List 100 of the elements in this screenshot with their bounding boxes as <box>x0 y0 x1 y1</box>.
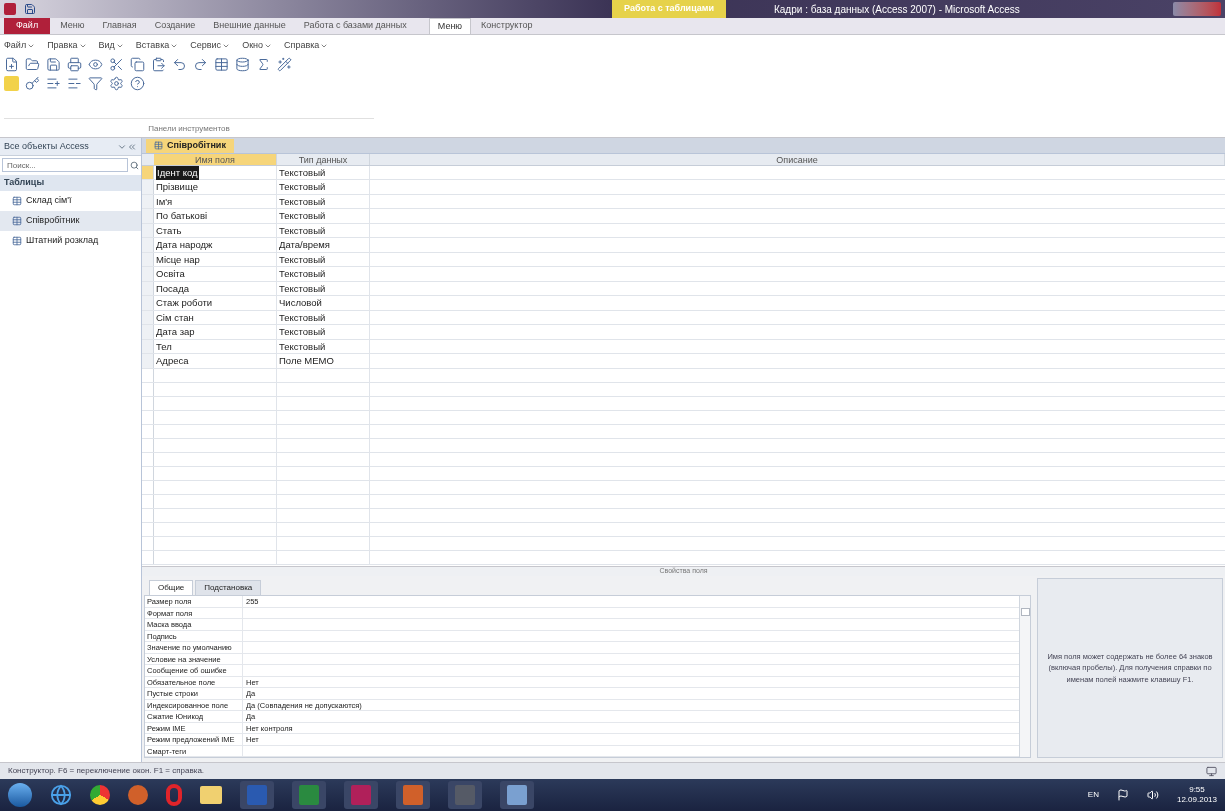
field-name[interactable]: Освіта <box>156 267 185 282</box>
field-name[interactable]: Прізвище <box>156 180 198 195</box>
menu-item[interactable]: Правка <box>47 39 87 53</box>
data-type[interactable]: Текстовый <box>277 165 370 180</box>
menu-item[interactable]: Файл <box>4 39 36 53</box>
empty-grid-row[interactable] <box>142 522 1225 537</box>
row-selector[interactable] <box>142 354 154 368</box>
print-icon[interactable] <box>67 56 82 72</box>
field-name[interactable]: Сім стан <box>156 310 194 325</box>
delete-rows-icon[interactable] <box>67 75 82 91</box>
property-tab[interactable]: Подстановка <box>195 580 262 595</box>
empty-grid-row[interactable] <box>142 452 1225 467</box>
field-name[interactable]: Стаж роботи <box>156 296 213 311</box>
cut-icon[interactable] <box>109 56 124 72</box>
data-type[interactable]: Текстовый <box>277 209 370 223</box>
column-header[interactable]: Тип данных <box>277 153 370 165</box>
row-selector[interactable] <box>142 209 154 223</box>
nav-item[interactable]: Штатний розклад <box>0 231 141 251</box>
data-type[interactable]: Числовой <box>277 296 370 310</box>
insert-rows-icon[interactable] <box>46 75 61 91</box>
field-name[interactable]: Ім'я <box>156 194 173 209</box>
app-icon[interactable] <box>299 785 319 805</box>
field-name[interactable]: Дата народж <box>156 238 213 253</box>
nav-item[interactable]: Склад сім'ї <box>0 191 141 211</box>
field-name[interactable]: Місце нар <box>156 252 200 267</box>
app-icon[interactable] <box>351 785 371 805</box>
empty-grid-row[interactable] <box>142 396 1225 411</box>
nav-item[interactable]: Співробітник <box>0 211 141 231</box>
empty-grid-row[interactable] <box>142 550 1225 565</box>
ribbon-tab[interactable]: Создание <box>146 18 204 34</box>
column-header[interactable]: Описание <box>370 153 1225 165</box>
browser-icon[interactable] <box>90 785 110 805</box>
filter-icon[interactable] <box>88 75 103 91</box>
data-type[interactable]: Текстовый <box>277 339 370 354</box>
data-type[interactable]: Текстовый <box>277 267 370 281</box>
view-icon[interactable] <box>1206 765 1217 777</box>
sigma-icon[interactable] <box>256 56 271 72</box>
field-name[interactable]: Адреса <box>156 354 189 369</box>
undo-icon[interactable] <box>172 56 187 72</box>
menu-item[interactable]: Вставка <box>135 39 179 53</box>
window-controls-icon[interactable] <box>1173 2 1221 16</box>
data-type[interactable]: Текстовый <box>277 194 370 209</box>
paste-icon[interactable] <box>151 56 166 72</box>
row-selector[interactable] <box>142 267 154 281</box>
app-icon[interactable] <box>507 785 527 805</box>
column-header[interactable]: Имя поля <box>154 153 277 165</box>
row-selector[interactable] <box>142 325 154 339</box>
menu-item[interactable]: Справка <box>284 39 329 53</box>
empty-grid-row[interactable] <box>142 382 1225 397</box>
key-icon[interactable] <box>25 75 40 91</box>
row-selector[interactable] <box>142 296 154 310</box>
wand-icon[interactable] <box>277 56 292 72</box>
copy-icon[interactable] <box>130 56 145 72</box>
ribbon-tab[interactable]: Меню <box>428 18 472 34</box>
flag-icon[interactable] <box>1116 789 1129 801</box>
search-field[interactable]: Поиск... <box>2 158 128 172</box>
settings-icon[interactable] <box>109 75 124 91</box>
field-name[interactable]: Дата зар <box>156 325 195 340</box>
ribbon-tab[interactable]: Меню <box>52 18 93 34</box>
property-tab[interactable]: Общие <box>149 580 194 595</box>
document-tab[interactable]: Співробітник <box>146 138 234 153</box>
app-icon[interactable] <box>403 785 423 805</box>
empty-grid-row[interactable] <box>142 410 1225 425</box>
ribbon-tab[interactable]: Главная <box>94 18 145 34</box>
menu-item[interactable]: Сервис <box>190 39 231 53</box>
new-file-icon[interactable] <box>4 56 19 72</box>
app-icon[interactable] <box>455 785 475 805</box>
data-type[interactable]: Текстовый <box>277 180 370 194</box>
data-type[interactable]: Текстовый <box>277 223 370 238</box>
data-type[interactable]: Текстовый <box>277 325 370 339</box>
data-type[interactable]: Текстовый <box>277 252 370 267</box>
preview-icon[interactable] <box>88 56 103 72</box>
field-name[interactable]: Стать <box>156 223 182 238</box>
ribbon-tab[interactable]: Конструктор <box>473 18 541 34</box>
start-button[interactable] <box>8 783 32 807</box>
empty-grid-row[interactable] <box>142 536 1225 551</box>
empty-grid-row[interactable] <box>142 466 1225 481</box>
help-icon[interactable] <box>130 75 145 91</box>
field-name[interactable]: Посада <box>156 281 189 296</box>
row-selector[interactable] <box>142 238 154 252</box>
ribbon-tab[interactable]: Внешние данные <box>205 18 294 34</box>
field-name[interactable]: По батькові <box>156 209 208 224</box>
data-type[interactable]: Текстовый <box>277 310 370 325</box>
row-selector[interactable] <box>142 180 154 194</box>
clock[interactable]: 9:55 12.09.2013 <box>1176 785 1217 805</box>
ribbon-tab[interactable]: Работа с базами данных <box>295 18 415 34</box>
volume-icon[interactable] <box>1146 789 1159 801</box>
browser-icon[interactable] <box>50 784 72 806</box>
data-type[interactable]: Дата/время <box>277 238 370 252</box>
app-icon[interactable] <box>247 785 267 805</box>
redo-icon[interactable] <box>193 56 208 72</box>
empty-grid-row[interactable] <box>142 368 1225 383</box>
data-type[interactable]: Текстовый <box>277 281 370 296</box>
empty-grid-row[interactable] <box>142 438 1225 453</box>
empty-grid-row[interactable] <box>142 480 1225 495</box>
folder-icon[interactable] <box>25 56 40 72</box>
empty-grid-row[interactable] <box>142 424 1225 439</box>
menu-item[interactable]: Вид <box>98 39 124 53</box>
data-type[interactable]: Поле MEMO <box>277 354 370 368</box>
file-tab[interactable]: Файл <box>4 18 51 34</box>
